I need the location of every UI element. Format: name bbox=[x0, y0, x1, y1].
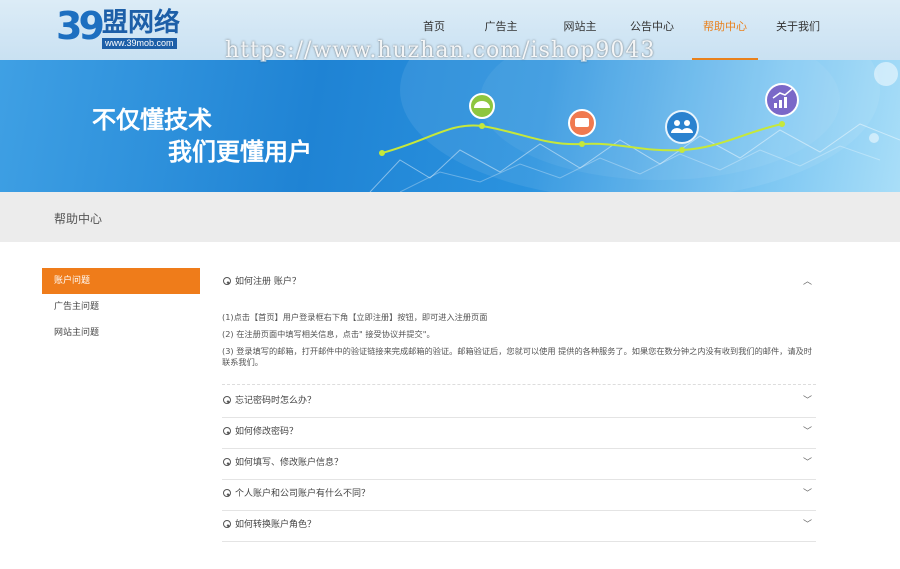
faq-question-text: 忘记密码时怎么办？ bbox=[235, 396, 317, 406]
banner-slogan-line1: 不仅懂技术 bbox=[92, 106, 212, 134]
faq-question[interactable]: 忘记密码时怎么办？ ﹀ bbox=[222, 387, 816, 418]
chevron-down-icon[interactable]: ﹀ bbox=[803, 449, 812, 477]
faq-question[interactable]: 个人账户和公司账户有什么不同？ ﹀ bbox=[222, 480, 816, 511]
faq-question-text: 如何转换账户角色？ bbox=[235, 520, 317, 530]
faq-answer-line: (2) 在注册页面中填写相关信息，点击" 接受协议并提交"。 bbox=[222, 329, 435, 339]
faq-answer-line: (3) 登录填写的邮箱，打开邮件中的验证链接来完成邮箱的验证。邮箱验证后，您就可… bbox=[222, 346, 812, 367]
faq-question-open[interactable]: 如何注册 账户？ ︿ bbox=[222, 268, 816, 298]
faq-question[interactable]: 如何填写、修改账户信息？ ﹀ bbox=[222, 449, 816, 480]
users-icon bbox=[665, 110, 699, 144]
faq-question-text: 如何注册 账户？ bbox=[235, 277, 301, 287]
title-strip: 帮助中心 bbox=[0, 192, 900, 242]
faq-question-text: 如何填写、修改账户信息？ bbox=[235, 458, 344, 468]
chevron-down-icon[interactable]: ﹀ bbox=[803, 480, 812, 508]
chevron-down-icon[interactable]: ﹀ bbox=[803, 511, 812, 539]
question-icon bbox=[223, 458, 231, 466]
faq-question[interactable]: 如何修改密码？ ﹀ bbox=[222, 418, 816, 449]
question-icon bbox=[223, 489, 231, 497]
faq-question-text: 个人账户和公司账户有什么不同？ bbox=[235, 489, 371, 499]
chat-icon bbox=[568, 109, 596, 137]
question-icon bbox=[223, 427, 231, 435]
sidebar-item-publisher[interactable]: 网站主问题 bbox=[42, 320, 200, 346]
logo-number: 39 bbox=[56, 4, 105, 48]
logo-url: www.39mob.com bbox=[102, 38, 177, 49]
faq-question-text: 如何修改密码？ bbox=[235, 427, 299, 437]
watermark-text: https://www.huzhan.com/ishop9043 bbox=[225, 38, 656, 63]
faq-list: 如何注册 账户？ ︿ (1)点击【首页】用户登录框右下角【立即注册】按钮，即可进… bbox=[222, 268, 816, 542]
nav-about-us[interactable]: 关于我们 bbox=[770, 0, 826, 60]
nav-help-center[interactable]: 帮助中心 bbox=[692, 0, 758, 60]
question-icon bbox=[223, 277, 231, 285]
chevron-down-icon[interactable]: ﹀ bbox=[803, 418, 812, 446]
chevron-up-icon[interactable]: ︿ bbox=[803, 268, 812, 296]
question-icon bbox=[223, 396, 231, 404]
faq-answer-line: (1)点击【首页】用户登录框右下角【立即注册】按钮，即可进入注册页面 bbox=[222, 312, 488, 322]
android-icon bbox=[469, 93, 495, 119]
question-icon bbox=[223, 520, 231, 528]
chevron-down-icon[interactable]: ﹀ bbox=[803, 387, 812, 415]
logo-text: 盟网络 bbox=[102, 8, 181, 38]
sidebar-item-account[interactable]: 账户问题 bbox=[42, 268, 200, 294]
faq-answer: (1)点击【首页】用户登录框右下角【立即注册】按钮，即可进入注册页面 (2) 在… bbox=[222, 298, 816, 385]
help-sidebar: 账户问题 广告主问题 网站主问题 bbox=[42, 268, 200, 346]
banner-slogan-line2: 我们更懂用户 bbox=[168, 138, 312, 166]
sidebar-item-advertiser[interactable]: 广告主问题 bbox=[42, 294, 200, 320]
hero-banner: 不仅懂技术 我们更懂用户 bbox=[0, 60, 900, 192]
page-title: 帮助中心 bbox=[54, 212, 103, 226]
growth-chart-icon bbox=[765, 83, 799, 117]
faq-question[interactable]: 如何转换账户角色？ ﹀ bbox=[222, 511, 816, 542]
